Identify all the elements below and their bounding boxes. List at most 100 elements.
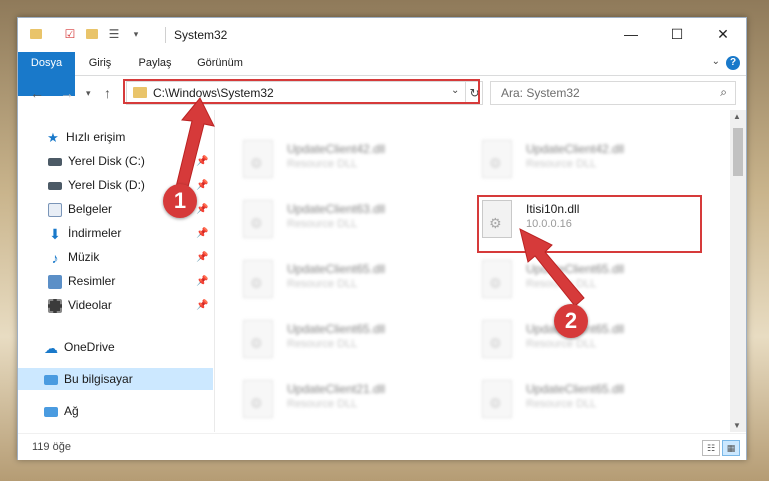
file-type: Resource DLL [526, 338, 597, 350]
file-name: UpdateClient65.dll [526, 382, 625, 396]
file-name: UpdateClient42.dll [287, 142, 386, 156]
pin-icon[interactable]: 📌 [196, 204, 208, 215]
customize-toolbar-icon[interactable]: ☰ [106, 26, 122, 42]
pin-icon[interactable]: 📌 [196, 156, 208, 167]
annotation-badge-1: 1 [163, 184, 197, 218]
sidebar-item-disk-c[interactable]: Yerel Disk (C:) [48, 150, 188, 172]
documents-icon [48, 202, 62, 217]
address-highlight-box [123, 79, 480, 104]
help-icon[interactable]: ? [726, 56, 740, 70]
sidebar-item-label: Yerel Disk (D:) [68, 178, 145, 192]
file-type: Resource DLL [287, 158, 358, 170]
file-name: UpdateClient42.dll [526, 142, 625, 156]
list-item[interactable]: UpdateClient65.dll Resource DLL [243, 258, 463, 302]
pin-icon[interactable]: 📌 [196, 252, 208, 263]
file-type: Resource DLL [526, 398, 597, 410]
sidebar-item-downloads[interactable]: ⬇ İndirmeler [48, 222, 188, 244]
file-type: Resource DLL [287, 278, 358, 290]
list-item[interactable]: UpdateClient21.dll Resource DLL [243, 378, 463, 422]
sidebar-item-label: Bu bilgisayar [64, 372, 133, 386]
file-name: UpdateClient65.dll [287, 322, 386, 336]
list-item[interactable]: UpdateClient65.dllResource DLL [243, 318, 463, 362]
forward-icon[interactable]: → [60, 85, 74, 101]
list-item[interactable]: UpdateClient63.dll Resource DLL [243, 198, 463, 242]
dll-file-icon [482, 140, 512, 178]
navigation-pane: ★ Hızlı erişim Yerel Disk (C:) 📌 Yerel Di… [18, 110, 215, 432]
tab-view[interactable]: Görünüm [188, 52, 252, 75]
pin-icon[interactable]: 📌 [196, 276, 208, 287]
sidebar-item-label: Resimler [68, 274, 116, 288]
ribbon-tabs: Dosya Giriş Paylaş Görünüm ⌄ ? [18, 52, 746, 96]
music-icon: ♪ [51, 249, 59, 266]
vertical-scrollbar[interactable]: ▲ ▼ [730, 110, 746, 432]
drive-icon [48, 181, 62, 190]
sidebar-item-label: Hızlı erişim [66, 130, 126, 144]
drive-icon [48, 157, 62, 166]
scrollbar-thumb[interactable] [733, 128, 743, 176]
sidebar-item-pictures[interactable]: Resimler [48, 270, 188, 292]
scroll-down-icon[interactable]: ▼ [733, 421, 741, 430]
new-folder-icon[interactable] [84, 26, 100, 42]
dll-file-icon [243, 380, 273, 418]
properties-icon[interactable]: ☑ [62, 26, 78, 42]
search-icon[interactable]: ⌕ [720, 85, 727, 100]
list-item[interactable]: UpdateClient65.dllResource DLL [482, 318, 702, 362]
up-icon[interactable]: ↑ [104, 85, 111, 101]
dll-file-icon [243, 200, 273, 238]
annotation-badge-2: 2 [554, 304, 588, 338]
dll-file-icon [243, 140, 273, 178]
sidebar-item-music[interactable]: ♪ Müzik [48, 246, 188, 268]
close-button[interactable]: ✕ [700, 18, 746, 50]
cloud-icon: ☁ [44, 339, 58, 356]
sidebar-item-onedrive[interactable]: ☁ OneDrive [44, 336, 204, 358]
file-name: UpdateClient63.dll [287, 202, 386, 216]
search-placeholder: Ara: System32 [501, 86, 580, 100]
file-name: UpdateClient65.dll [526, 262, 625, 276]
videos-icon [48, 298, 62, 313]
search-input[interactable]: Ara: System32 ⌕ [490, 81, 736, 105]
file-list: UpdateClient42.dll Resource DLL UpdateCli… [215, 110, 729, 432]
list-item[interactable]: UpdateClient65.dllResource DLL [482, 258, 702, 302]
title-bar: ☑ ☰ ▾ System32 — ☐ ✕ [18, 18, 746, 52]
dll-file-icon [482, 380, 512, 418]
back-icon[interactable]: ← [30, 85, 44, 101]
minimize-button[interactable]: — [608, 18, 654, 50]
pictures-icon [48, 274, 62, 289]
folder-icon [28, 26, 44, 42]
dll-file-icon [243, 260, 273, 298]
sidebar-item-videos[interactable]: Videolar [48, 294, 188, 316]
list-item[interactable]: UpdateClient42.dll Resource DLL [482, 138, 702, 182]
sidebar-item-label: Yerel Disk (C:) [68, 154, 145, 168]
pin-icon[interactable]: 📌 [196, 228, 208, 239]
sidebar-item-label: Ağ [64, 404, 79, 418]
file-name: UpdateClient65.dll [287, 262, 386, 276]
details-view-icon[interactable]: ☷ [702, 440, 720, 456]
dll-file-icon [243, 320, 273, 358]
large-icons-view-icon[interactable]: ▦ [722, 440, 740, 456]
status-bar: 119 öğe ☷ ▦ [18, 433, 746, 460]
tab-home[interactable]: Giriş [78, 52, 122, 75]
maximize-button[interactable]: ☐ [654, 18, 700, 50]
tab-share[interactable]: Paylaş [128, 52, 182, 75]
recent-locations-icon[interactable]: ▾ [86, 88, 91, 99]
dll-file-icon [482, 320, 512, 358]
sidebar-item-quick-access[interactable]: ★ Hızlı erişim [46, 126, 206, 148]
scroll-up-icon[interactable]: ▲ [733, 112, 741, 121]
file-highlight-box [477, 195, 702, 253]
sidebar-item-label: Videolar [68, 298, 112, 312]
sidebar-item-network[interactable]: Ağ [44, 400, 204, 422]
list-item[interactable]: UpdateClient42.dll Resource DLL [243, 138, 463, 182]
list-item[interactable]: UpdateClient65.dll Resource DLL [482, 378, 702, 422]
network-icon [44, 406, 58, 417]
sidebar-item-this-pc[interactable]: Bu bilgisayar [18, 368, 213, 390]
sidebar-item-label: Belgeler [68, 202, 113, 216]
file-type: Resource DLL [287, 398, 358, 410]
sidebar-item-label: OneDrive [64, 340, 115, 354]
pin-icon[interactable]: 📌 [196, 180, 208, 191]
pin-icon[interactable]: 📌 [196, 300, 208, 311]
explorer-window: ☑ ☰ ▾ System32 — ☐ ✕ Dosya Giriş Paylaş … [17, 17, 747, 460]
chevron-down-icon[interactable]: ▾ [128, 26, 144, 42]
item-count: 119 öğe [32, 441, 71, 453]
sidebar-item-label: İndirmeler [68, 226, 122, 240]
expand-ribbon-icon[interactable]: ⌄ [712, 56, 720, 67]
